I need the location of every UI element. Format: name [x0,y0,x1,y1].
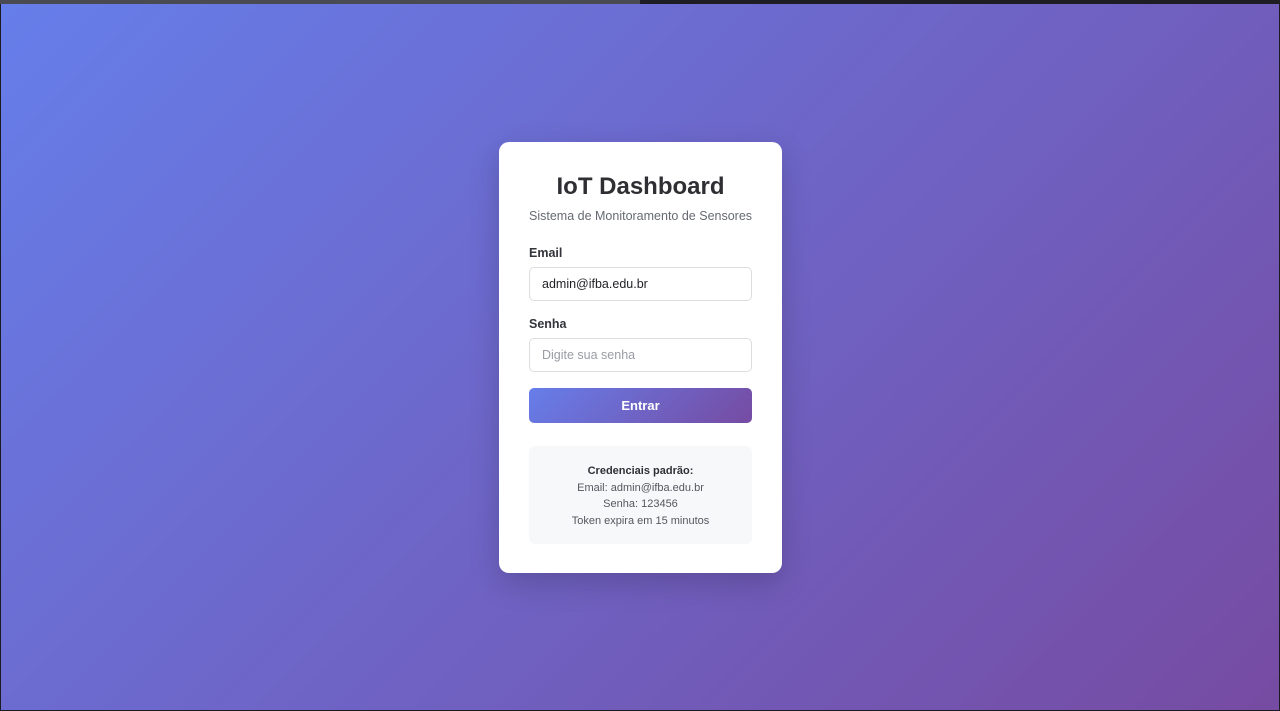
page-title: IoT Dashboard [556,173,725,200]
email-label: Email [529,246,563,260]
page-subtitle: Sistema de Monitoramento de Sensores [529,209,753,223]
password-label: Senha [529,317,567,331]
email-group: Email [529,245,752,301]
credentials-title: Credenciais padrão: [587,465,694,477]
password-group: Senha [529,316,752,372]
login-button[interactable]: Entrar [529,388,752,423]
credentials-password: Senha: 123456 [603,498,678,510]
login-form: Email Senha Entrar [529,245,752,423]
email-field[interactable] [529,267,752,301]
password-field[interactable] [529,338,752,372]
credentials-token-expiry: Token expira em 15 minutos [571,514,710,527]
default-credentials-box: Credenciais padrão: Email: admin@ifba.ed… [529,446,752,544]
login-page-background: IoT Dashboard Sistema de Monitoramento d… [1,4,1279,710]
login-card: IoT Dashboard Sistema de Monitoramento d… [499,142,782,573]
credentials-email: Email: admin@ifba.edu.br [577,481,704,494]
